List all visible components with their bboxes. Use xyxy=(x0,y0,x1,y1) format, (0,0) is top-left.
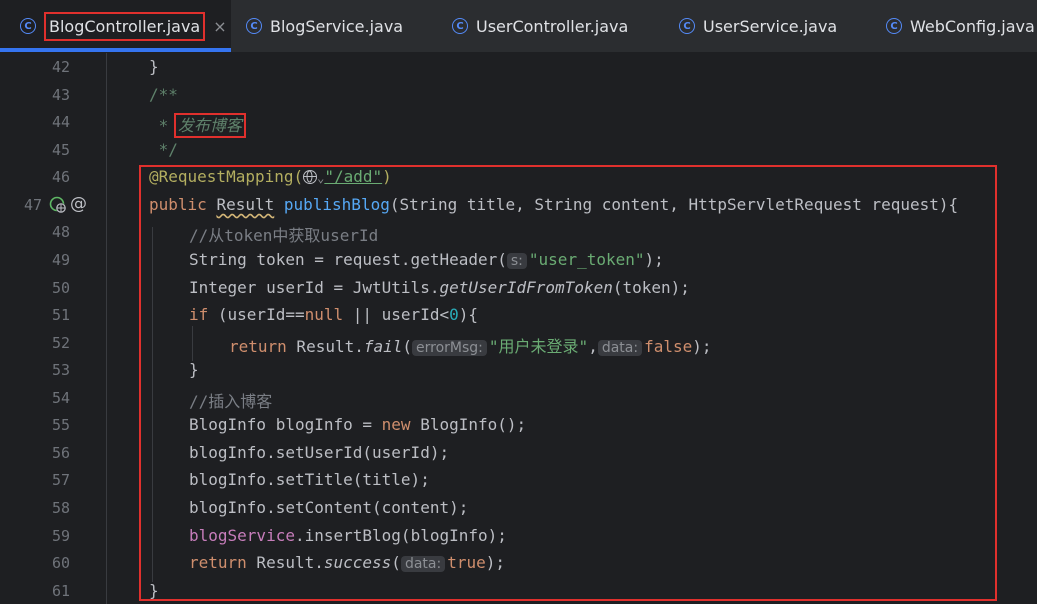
tab-label: BlogService.java xyxy=(270,16,404,36)
request-path-link[interactable]: "/add" xyxy=(324,167,382,186)
line-number: 50 xyxy=(51,279,70,297)
code-line-45: */ xyxy=(149,140,178,159)
class-icon: C xyxy=(679,18,695,34)
tab-blogcontroller[interactable]: C BlogController.java × xyxy=(0,0,231,52)
globe-icon[interactable] xyxy=(303,170,318,184)
class-icon: C xyxy=(20,18,36,34)
line-number: 48 xyxy=(51,223,70,241)
tab-label: WebConfig.java xyxy=(910,16,1035,36)
tab-userservice[interactable]: C UserService.java xyxy=(679,0,837,52)
line-number: 49 xyxy=(51,251,70,269)
line-number: 45 xyxy=(51,141,70,159)
line-number: 44 xyxy=(51,113,70,131)
at-sign-icon[interactable]: @ xyxy=(70,194,87,214)
tab-blogservice[interactable]: C BlogService.java xyxy=(246,0,403,52)
code-line-56: blogInfo.setUserId(userId); xyxy=(189,443,450,462)
code-editor[interactable]: 42 43 44 45 46 47 48 49 50 51 52 53 54 5… xyxy=(0,53,1037,604)
parameter-hint: errorMsg: xyxy=(412,340,487,356)
parameter-hint: data: xyxy=(597,340,643,356)
line-number: 43 xyxy=(51,86,70,104)
class-icon: C xyxy=(452,18,468,34)
line-number: 46 xyxy=(51,168,70,186)
web-endpoint-gutter-icon[interactable] xyxy=(49,196,67,218)
line-number: 54 xyxy=(51,389,70,407)
code-line-48: //从token中获取userId xyxy=(189,226,379,245)
class-icon: C xyxy=(886,18,902,34)
code-line-60: return Result.success(data: true); xyxy=(189,553,505,572)
line-number: 58 xyxy=(51,499,70,517)
code-line-49: String token = request.getHeader(s: "user… xyxy=(189,250,664,269)
tab-webconfig[interactable]: C WebConfig.java xyxy=(886,0,1035,52)
code-line-47: public Result publishBlog(String title, … xyxy=(149,195,959,214)
code-line-51: if (userId==null || userId<0){ xyxy=(189,305,478,324)
line-number: 59 xyxy=(51,527,70,545)
close-icon[interactable]: × xyxy=(213,17,226,36)
parameter-hint: s: xyxy=(506,253,527,269)
code-line-50: Integer userId = JwtUtils.getUserIdFromT… xyxy=(189,278,690,297)
tab-label: BlogController.java xyxy=(44,11,206,41)
code-line-54: //插入博客 xyxy=(189,392,273,411)
line-number: 47 xyxy=(23,196,42,214)
code-line-52: return Result.fail(errorMsg: "用户未登录", data… xyxy=(229,337,712,356)
code-line-42: } xyxy=(149,57,159,76)
line-number: 42 xyxy=(51,58,70,76)
line-number: 55 xyxy=(51,416,70,434)
indent-guide xyxy=(192,326,193,361)
code-line-53: } xyxy=(189,360,199,379)
code-line-57: blogInfo.setTitle(title); xyxy=(189,470,430,489)
line-number: 52 xyxy=(51,334,70,352)
line-number: 53 xyxy=(51,361,70,379)
code-line-55: BlogInfo blogInfo = new BlogInfo(); xyxy=(189,415,527,434)
javadoc-description: 发布博客 xyxy=(173,113,246,138)
indent-guide xyxy=(152,227,153,582)
line-number: 60 xyxy=(51,554,70,572)
tab-label: UserController.java xyxy=(476,16,629,36)
line-number: 51 xyxy=(51,306,70,324)
editor-tab-bar: C BlogController.java × C BlogService.ja… xyxy=(0,0,1037,53)
code-line-58: blogInfo.setContent(content); xyxy=(189,498,469,517)
line-number: 57 xyxy=(51,471,70,489)
code-line-46: @RequestMapping(⌄"/add") xyxy=(149,167,392,186)
code-line-44: * 发布博客 xyxy=(149,112,246,138)
code-line-43: /** xyxy=(149,85,178,104)
parameter-hint: data: xyxy=(400,556,446,572)
code-line-61: } xyxy=(149,581,159,600)
class-icon: C xyxy=(246,18,262,34)
line-number: 56 xyxy=(51,444,70,462)
line-number: 61 xyxy=(51,582,70,600)
code-line-59: blogService.insertBlog(blogInfo); xyxy=(189,526,507,545)
tab-usercontroller[interactable]: C UserController.java xyxy=(452,0,628,52)
gutter-separator xyxy=(106,53,107,604)
tab-label: UserService.java xyxy=(703,16,838,36)
